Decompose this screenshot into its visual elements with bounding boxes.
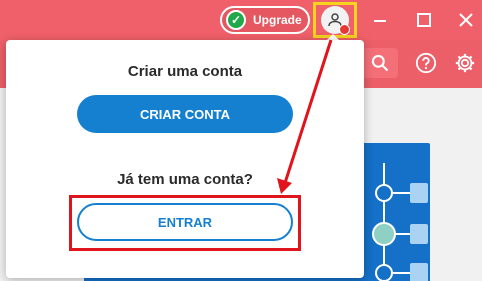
search-icon <box>371 54 389 72</box>
close-icon <box>459 13 473 27</box>
login-button[interactable]: ENTRAR <box>77 203 293 241</box>
notification-dot-icon <box>339 24 350 35</box>
account-popup: Criar uma conta CRIAR CONTA Já tem uma c… <box>6 40 364 278</box>
has-account-text: Já tem uma conta? <box>117 171 253 188</box>
close-button[interactable] <box>452 6 480 34</box>
account-button[interactable] <box>313 2 357 38</box>
help-icon <box>415 52 437 74</box>
upgrade-button[interactable]: ✓ Upgrade <box>220 6 310 34</box>
check-circle-icon: ✓ <box>226 10 246 30</box>
minimize-button[interactable] <box>366 6 394 34</box>
settings-button[interactable] <box>452 50 478 76</box>
maximize-button[interactable] <box>410 6 438 34</box>
avatar <box>321 6 350 35</box>
minimize-icon <box>374 20 386 22</box>
create-account-button[interactable]: CRIAR CONTA <box>77 95 293 133</box>
help-button[interactable] <box>413 50 439 76</box>
create-account-title: Criar uma conta <box>127 63 243 80</box>
gear-icon <box>455 53 475 73</box>
upgrade-label: Upgrade <box>253 13 302 27</box>
search-button[interactable] <box>362 48 398 78</box>
maximize-icon <box>417 13 431 27</box>
